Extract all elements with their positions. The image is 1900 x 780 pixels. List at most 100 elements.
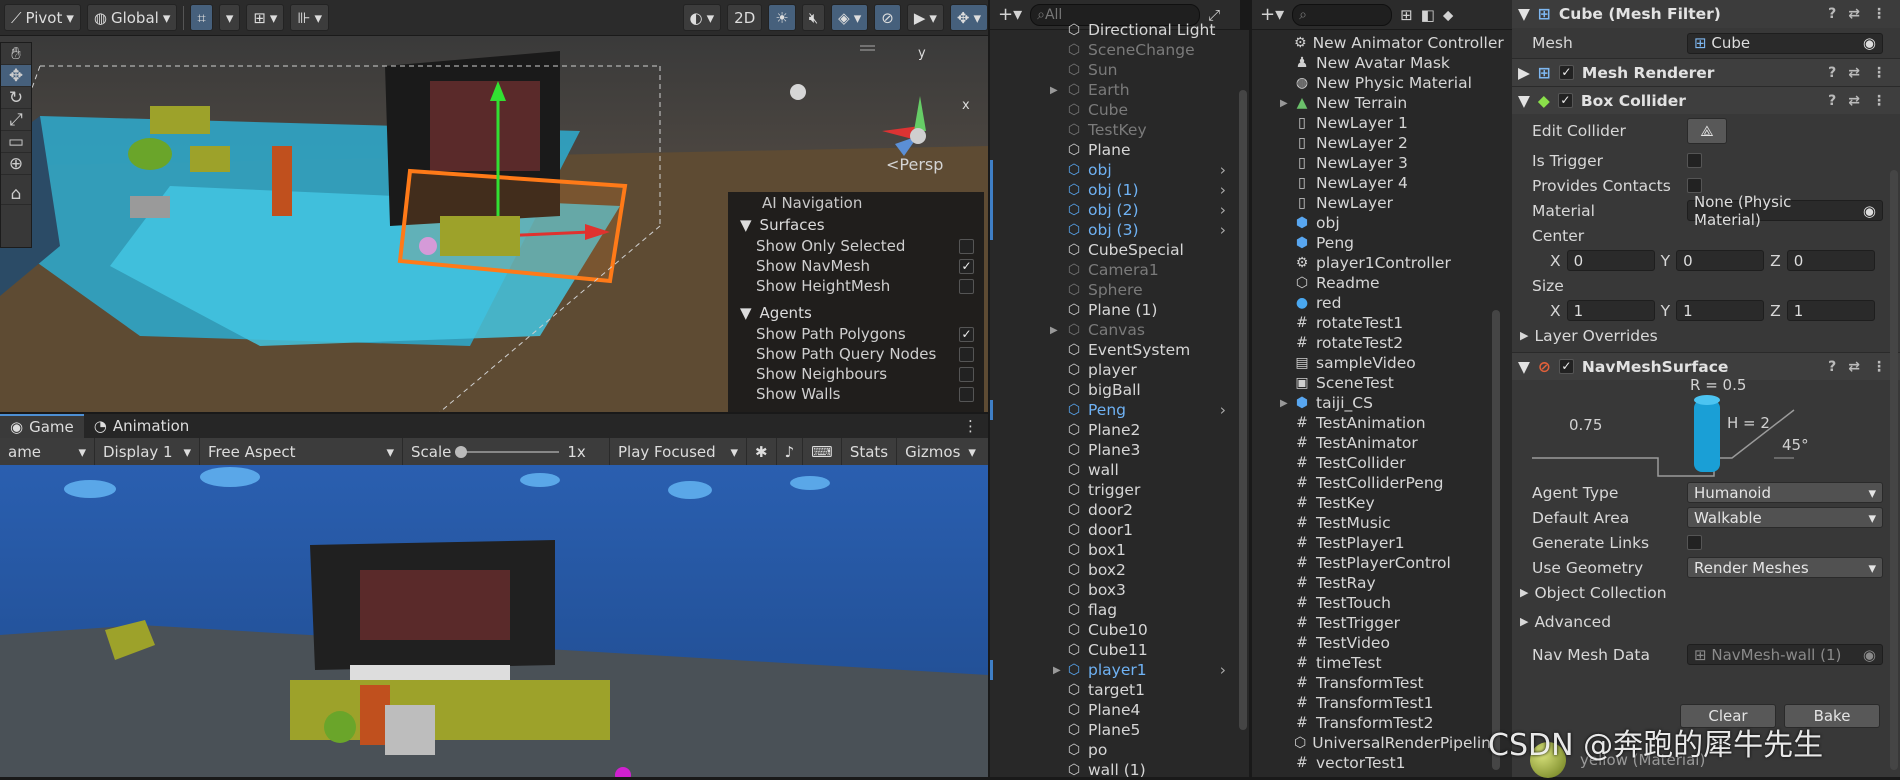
project-item[interactable]: # rotateTest1 [1252,313,1492,333]
grid-snap-menu[interactable]: ▾ [218,4,241,31]
custom-tool[interactable]: ⌂ [1,183,31,205]
center-y-field[interactable]: 0 [1676,250,1765,271]
type-filter-icon[interactable]: ◧ [1421,6,1435,24]
hierarchy-item[interactable]: ⬡ Cube10 [990,620,1230,640]
project-item[interactable]: ⬡ UniversalRenderPipeline [1252,733,1501,753]
mesh-field[interactable]: ⊞ Cube ◉ [1687,32,1883,54]
hierarchy-item[interactable]: ⬡ Plane2 [990,420,1230,440]
project-item[interactable]: # TestCollider [1252,453,1492,473]
foldout-closed-icon[interactable]: ▶ [1280,98,1288,109]
more-options-icon[interactable]: ⋮ [963,417,988,435]
project-item[interactable]: # TransformTest [1252,673,1492,693]
project-item[interactable]: ▤ sampleVideo [1252,353,1492,373]
stats-button[interactable]: Stats [842,438,898,465]
hierarchy-item[interactable]: ⬡ obj (3) › [990,220,1230,240]
object-collection-foldout[interactable]: ▶ Object Collection [1512,580,1900,605]
is-trigger-checkbox[interactable] [1687,153,1702,168]
hierarchy-item[interactable]: ⬡ Plane3 [990,440,1230,460]
checkbox[interactable] [959,386,974,402]
provides-contacts-checkbox[interactable] [1687,178,1702,193]
hierarchy-item[interactable]: ⬡ box3 [990,580,1230,600]
project-item[interactable]: # TransformTest1 [1252,693,1492,713]
display-dropdown[interactable]: Display 1 ▾ [95,438,200,465]
project-item[interactable]: ▣ SceneTest [1252,373,1492,393]
hierarchy-item[interactable]: ⬡ obj (1) › [990,180,1230,200]
presets-icon[interactable]: ⇄ [1848,6,1860,22]
checkbox[interactable] [959,278,974,294]
surface-option[interactable]: Show HeightMesh [728,276,984,296]
help-icon[interactable]: ? [1828,6,1836,22]
hierarchy-item[interactable]: ⬡ CubeSpecial [990,240,1230,260]
help-icon[interactable]: ? [1828,93,1836,109]
chevron-right-icon[interactable]: › [1220,201,1226,219]
checkbox[interactable]: ✓ [959,326,974,342]
project-item[interactable]: ◍ New Physic Material [1252,73,1492,93]
foldout-closed-icon[interactable]: ▶ [1050,325,1058,336]
more-icon[interactable]: ⋮ [1872,93,1886,109]
center-z-field[interactable]: 0 [1786,250,1875,271]
hierarchy-item[interactable]: ⬡ bigBall [990,380,1230,400]
scale-tool[interactable]: ⤢ [1,109,31,131]
size-y-field[interactable]: 1 [1676,300,1765,321]
presets-icon[interactable]: ⇄ [1848,65,1860,81]
project-item[interactable]: ⚙ player1Controller [1252,253,1492,273]
add-icon[interactable]: +▾ [1260,4,1284,25]
project-item[interactable]: ⬢ Peng [1252,233,1492,253]
hierarchy-item[interactable]: ⬡ player [990,360,1230,380]
box-collider-header[interactable]: ▼ ◆ ✓ Box Collider ? ⇄ ⋮ [1512,86,1900,114]
hierarchy-item[interactable]: ⬡ wall (1) [990,760,1230,780]
gizmos-button[interactable]: Gizmos ▾ [897,438,984,465]
project-item[interactable]: ▯ NewLayer 2 [1252,133,1492,153]
hierarchy-item[interactable]: ⬡ Plane4 [990,700,1230,720]
foldout-closed-icon[interactable]: ▶ [1280,398,1288,409]
filter-icon[interactable]: ⊞ [1400,6,1413,24]
foldout-closed-icon[interactable]: ▶ [1053,665,1061,676]
agent-option[interactable]: Show Walls [728,384,984,404]
chevron-right-icon[interactable]: › [1220,181,1226,199]
more-icon[interactable]: ⋮ [1872,359,1886,375]
more-icon[interactable]: ⋮ [1872,6,1886,22]
chevron-right-icon[interactable]: › [1220,661,1226,679]
inspector-scroll-thumb[interactable] [1890,170,1898,770]
hierarchy-item[interactable]: ⬡ flag [990,600,1230,620]
foldout-closed-icon[interactable]: ▶ [1050,85,1058,96]
visibility-toggle[interactable]: ⊘ [874,4,901,31]
hierarchy-item[interactable]: ⬡ TestKey [990,120,1230,140]
project-item[interactable]: # TestKey [1252,493,1492,513]
hierarchy-scroll-thumb[interactable] [1239,90,1247,730]
chevron-right-icon[interactable]: › [1220,401,1226,419]
project-item[interactable]: ▯ NewLayer 1 [1252,113,1492,133]
rect-tool[interactable]: ▭ [1,131,31,153]
chevron-right-icon[interactable]: › [1220,221,1226,239]
hierarchy-item[interactable]: ⬡ Plane5 [990,720,1230,740]
enable-checkbox[interactable]: ✓ [1558,65,1574,80]
chevron-right-icon[interactable]: › [1220,161,1226,179]
tab-animation[interactable]: ◔ Animation [84,414,200,438]
hierarchy-scroll-track[interactable] [1237,30,1249,777]
project-item[interactable]: ▯ NewLayer 3 [1252,153,1492,173]
play-mode-dropdown[interactable]: Play Focused ▾ [610,438,747,465]
mesh-renderer-header[interactable]: ▶ ⊞ ✓ Mesh Renderer ? ⇄ ⋮ [1512,58,1900,86]
foldout-open-icon[interactable]: ▼ [1518,5,1530,23]
hierarchy-item[interactable]: ⬡ trigger [990,480,1230,500]
layer-overrides-foldout[interactable]: ▶ Layer Overrides [1512,323,1900,348]
ruler-button[interactable]: ⊪ ▾ [290,4,330,31]
center-x-field[interactable]: 0 [1566,250,1655,271]
default-area-dropdown[interactable]: Walkable ▾ [1687,507,1883,528]
camera-dropdown[interactable]: ▶ ▾ [906,4,944,31]
shading-mode-button[interactable]: ◐ ▾ [682,4,722,31]
gizmos-dropdown[interactable]: ✥ ▾ [949,4,988,31]
enable-checkbox[interactable]: ✓ [1558,359,1574,374]
hierarchy-item[interactable]: ⬡ EventSystem [990,340,1230,360]
edit-collider-button[interactable]: ⟁ [1687,118,1727,144]
hierarchy-item[interactable]: ⬡ box1 [990,540,1230,560]
agents-foldout[interactable]: ▼ Agents [728,302,984,324]
surface-option[interactable]: Show NavMesh ✓ [728,256,984,276]
project-item[interactable]: # TestAnimator [1252,433,1492,453]
bug-button[interactable]: ✱ [747,438,777,465]
advanced-foldout[interactable]: ▶ Advanced [1512,609,1900,634]
effects-toggle[interactable]: ◈ ▾ [831,4,869,31]
hierarchy-item[interactable]: ▶ ⬡ player1 › [990,660,1230,680]
project-item[interactable]: # TestTouch [1252,593,1492,613]
hierarchy-item[interactable]: ⬡ SceneChange [990,40,1230,60]
